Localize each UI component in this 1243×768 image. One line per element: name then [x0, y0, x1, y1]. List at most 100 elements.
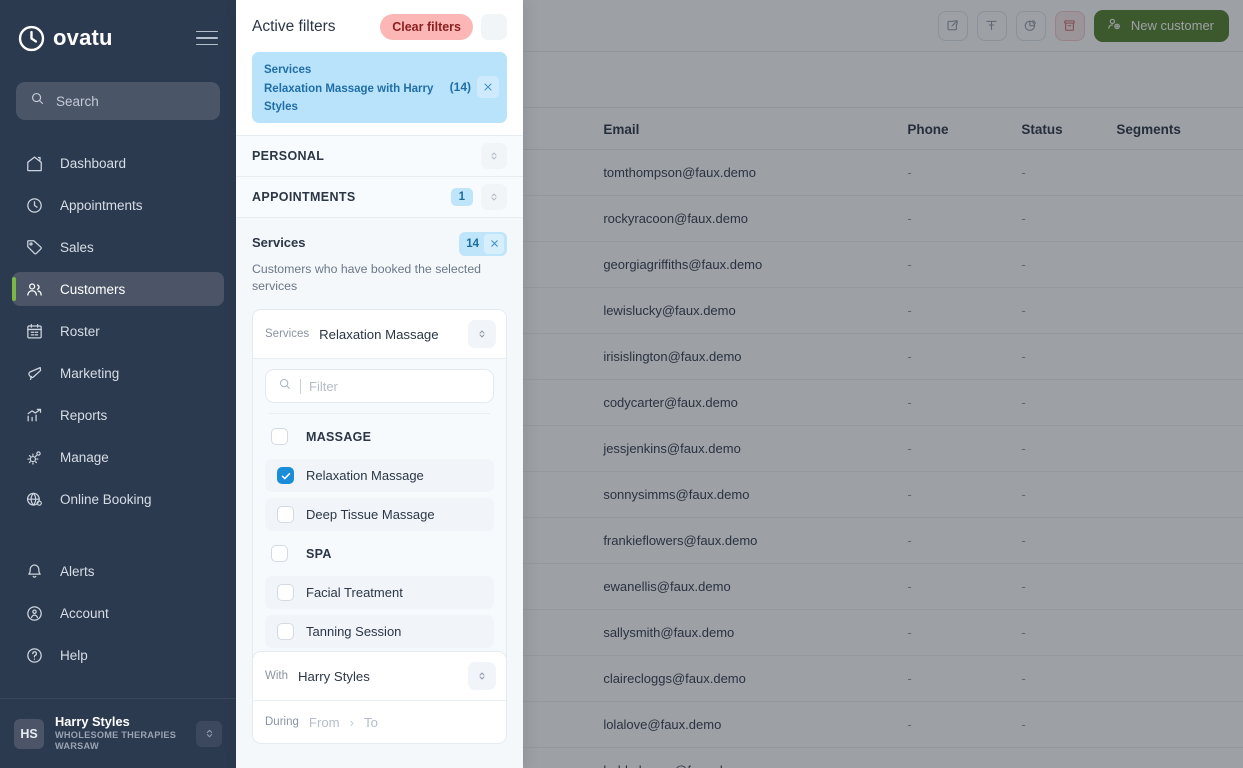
section-personal[interactable]: PERSONAL	[236, 135, 523, 177]
with-dropdown-chevron-icon[interactable]	[468, 662, 496, 690]
during-label: During	[265, 716, 299, 728]
service-option[interactable]: Facial Treatment	[265, 576, 494, 610]
checkbox-icon[interactable]	[271, 428, 288, 446]
sidebar-item-label: Customers	[60, 281, 126, 297]
globe-icon	[24, 489, 44, 509]
sidebar-item-marketing[interactable]: Marketing	[12, 356, 224, 390]
help-icon	[24, 645, 44, 665]
sidebar-item-account[interactable]: Account	[12, 596, 224, 630]
sidebar-header: ovatu	[0, 0, 236, 58]
panel-header: Active filters Clear filters Services Re…	[236, 0, 523, 136]
services-field-value: Relaxation Massage	[319, 326, 439, 342]
with-during-card: With Harry Styles During From › To	[252, 651, 507, 744]
remove-filter-icon[interactable]	[477, 76, 499, 99]
expand-chevron-icon[interactable]	[481, 142, 507, 169]
services-selector-card: Services Relaxation Massage Filter MASSA…	[252, 309, 507, 684]
with-value: Harry Styles	[298, 668, 370, 684]
hamburger-menu-icon[interactable]	[196, 27, 218, 50]
sidebar-item-sales[interactable]: Sales	[12, 230, 224, 264]
checkbox-icon[interactable]	[277, 506, 294, 524]
clear-services-icon[interactable]	[484, 233, 504, 254]
checkbox-icon[interactable]	[277, 623, 294, 641]
sidebar-item-label: Account	[60, 605, 109, 621]
active-filters-panel: Active filters Clear filters Services Re…	[236, 0, 523, 768]
date-to-input[interactable]: To	[364, 715, 378, 730]
sidebar-item-appointments[interactable]: Appointments	[12, 188, 224, 222]
services-field[interactable]: Services Relaxation Massage	[253, 310, 506, 359]
chip-value: Relaxation Massage with Harry Styles	[264, 82, 434, 113]
chip-label: Services	[264, 64, 312, 76]
account-switcher-chevron-icon[interactable]	[196, 720, 222, 747]
clear-filters-button[interactable]: Clear filters	[380, 14, 473, 40]
sidebar-item-label: Appointments	[60, 197, 143, 213]
with-field[interactable]: With Harry Styles	[253, 652, 506, 700]
megaphone-icon	[24, 363, 44, 383]
filter-placeholder: Filter	[309, 378, 338, 394]
date-range-arrow-icon: ›	[349, 714, 355, 730]
sidebar-item-online-booking[interactable]: Online Booking	[12, 482, 224, 516]
tag-icon	[24, 237, 44, 257]
ovatu-clock-logo-icon	[18, 25, 45, 52]
services-footer-card: With Harry Styles During From › To	[252, 651, 507, 744]
text-cursor	[300, 378, 301, 394]
search-icon	[30, 91, 45, 111]
sidebar: ovatu Search Dashboard Appointments Sale…	[0, 0, 236, 768]
services-title: Services	[252, 234, 306, 250]
sidebar-item-label: Dashboard	[60, 155, 127, 171]
sidebar-item-label: Online Booking	[60, 491, 152, 507]
sidebar-item-label: Help	[60, 647, 88, 663]
checkbox-icon[interactable]	[277, 584, 294, 602]
sidebar-item-manage[interactable]: Manage	[12, 440, 224, 474]
services-count: 14	[466, 237, 479, 250]
sidebar-item-roster[interactable]: Roster	[12, 314, 224, 348]
bar-chart-icon	[24, 405, 44, 425]
app-root: ovatu Search Dashboard Appointments Sale…	[0, 0, 1243, 768]
close-panel-icon[interactable]	[481, 14, 507, 40]
user-org: WHOLESOME THERAPIES WARSAW	[55, 729, 177, 752]
user-meta: Harry Styles WHOLESOME THERAPIES WARSAW	[55, 714, 185, 753]
services-option-list[interactable]: MASSAGE Relaxation Massage Deep Tissue Mas…	[265, 420, 494, 683]
sidebar-item-label: Alerts	[60, 563, 95, 579]
services-filter-input[interactable]: Filter	[265, 369, 494, 404]
services-dropdown-chevron-icon[interactable]	[468, 320, 496, 349]
during-field[interactable]: During From › To	[253, 701, 506, 743]
section-appointments[interactable]: APPOINTMENTS 1	[236, 176, 523, 218]
sidebar-item-alerts[interactable]: Alerts	[12, 554, 224, 588]
expand-chevron-icon[interactable]	[481, 183, 507, 210]
service-option-label: MASSAGE	[306, 429, 372, 444]
home-icon	[24, 153, 44, 173]
search-placeholder: Search	[56, 93, 99, 109]
chip-count: (14)	[449, 80, 471, 95]
date-from-input[interactable]: From	[309, 715, 340, 730]
sidebar-item-reports[interactable]: Reports	[12, 398, 224, 432]
sidebar-nav: Dashboard Appointments Sales Customers R…	[0, 146, 236, 524]
services-badge: 14	[459, 231, 507, 256]
sidebar-item-label: Roster	[60, 323, 100, 339]
services-description: Customers who have booked the selected s…	[252, 261, 481, 293]
section-title: PERSONAL	[252, 148, 325, 163]
service-option[interactable]: SPA	[265, 537, 494, 570]
sidebar-item-label: Reports	[60, 407, 108, 423]
checkbox-checked-icon[interactable]	[277, 467, 294, 485]
user-profile[interactable]: HS Harry Styles WHOLESOME THERAPIES WARS…	[0, 698, 236, 768]
sidebar-item-label: Manage	[60, 449, 109, 465]
sidebar-item-label: Sales	[60, 239, 94, 255]
search-input[interactable]: Search	[16, 82, 220, 120]
service-option-label: Deep Tissue Massage	[306, 507, 435, 523]
service-option[interactable]: MASSAGE	[265, 420, 494, 453]
avatar: HS	[14, 718, 44, 749]
bell-icon	[24, 561, 44, 581]
service-option-label: Relaxation Massage	[306, 468, 424, 484]
service-option[interactable]: Relaxation Massage	[265, 459, 494, 493]
sidebar-nav-bottom: Alerts Account Help	[0, 554, 236, 680]
calendar-icon	[24, 321, 44, 341]
user-name: Harry Styles	[55, 714, 130, 729]
services-filter-block: Services 14 Customers who have booked th…	[236, 218, 523, 296]
service-option[interactable]: Deep Tissue Massage	[265, 498, 494, 532]
sidebar-item-customers[interactable]: Customers	[12, 272, 224, 306]
service-option[interactable]: Tanning Session	[265, 615, 494, 649]
sidebar-item-help[interactable]: Help	[12, 638, 224, 672]
checkbox-icon[interactable]	[271, 545, 288, 563]
brand[interactable]: ovatu	[18, 25, 113, 52]
sidebar-item-dashboard[interactable]: Dashboard	[12, 146, 224, 180]
